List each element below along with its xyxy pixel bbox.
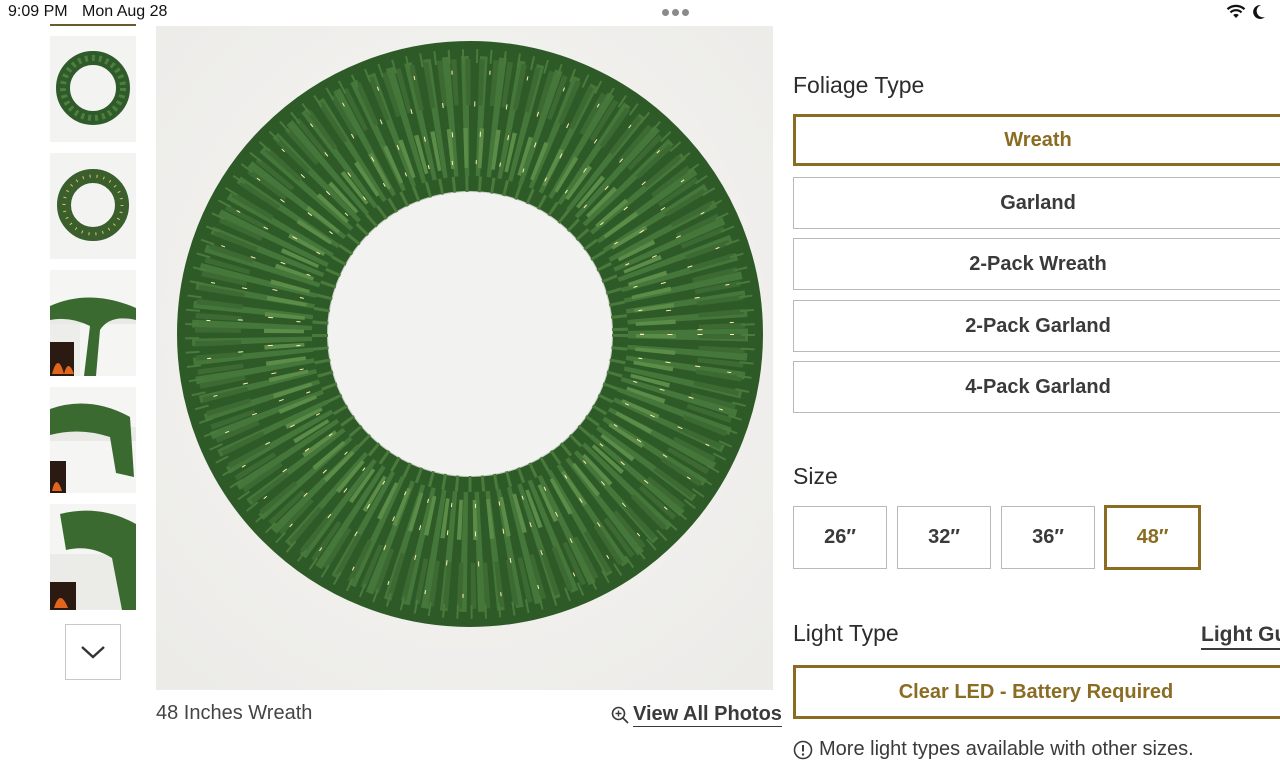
- thumbnails-scroll-down-button[interactable]: [65, 624, 121, 680]
- size-option-48[interactable]: 48″: [1104, 505, 1201, 570]
- size-title: Size: [793, 463, 838, 489]
- chevron-down-icon: [81, 646, 105, 659]
- thumbnail-rail: [50, 26, 136, 686]
- thumb-garland-fireplace-3[interactable]: [50, 504, 136, 610]
- zoom-in-icon: [611, 706, 629, 724]
- status-time: 9:09 PM: [8, 3, 68, 20]
- info-icon: [793, 740, 813, 759]
- thumb-wreath-2[interactable]: [50, 153, 136, 259]
- light-types-notice-text: More light types available with other si…: [819, 738, 1194, 760]
- foliage-option-wreath[interactable]: Wreath: [793, 114, 1280, 166]
- main-product-image[interactable]: [156, 26, 773, 690]
- thumb-wreath-1[interactable]: [50, 36, 136, 142]
- view-all-photos-link[interactable]: View All Photos: [611, 702, 782, 727]
- size-option-36[interactable]: 36″: [1001, 506, 1095, 569]
- thumb-garland-fireplace-2[interactable]: [50, 387, 136, 493]
- status-date: Mon Aug 28: [82, 3, 168, 20]
- thumb-garland-fireplace-1[interactable]: [50, 270, 136, 376]
- wreath-image: [156, 26, 773, 690]
- foliage-option-4-pack-garland[interactable]: 4-Pack Garland: [793, 361, 1280, 413]
- multitasking-dots-icon[interactable]: [662, 9, 689, 16]
- light-types-notice: More light types available with other si…: [793, 738, 1194, 761]
- foliage-option-2-pack-garland[interactable]: 2-Pack Garland: [793, 300, 1280, 352]
- size-option-26[interactable]: 26″: [793, 506, 887, 569]
- light-type-title: Light Type: [793, 620, 899, 646]
- wifi-icon: [1226, 4, 1246, 18]
- foliage-option-2-pack-wreath[interactable]: 2-Pack Wreath: [793, 238, 1280, 290]
- size-option-32[interactable]: 32″: [897, 506, 991, 569]
- light-guide-link[interactable]: Light Gui: [1201, 622, 1280, 650]
- view-all-photos-label: View All Photos: [633, 703, 782, 727]
- image-caption: 48 Inches Wreath: [156, 702, 313, 724]
- foliage-option-garland[interactable]: Garland: [793, 177, 1280, 229]
- light-option-clear-led[interactable]: Clear LED - Battery Required: [793, 665, 1280, 719]
- moon-icon: [1253, 4, 1265, 19]
- status-bar: 9:09 PM Mon Aug 28: [0, 0, 1280, 26]
- status-icons: [1226, 4, 1266, 20]
- foliage-type-title: Foliage Type: [793, 72, 925, 98]
